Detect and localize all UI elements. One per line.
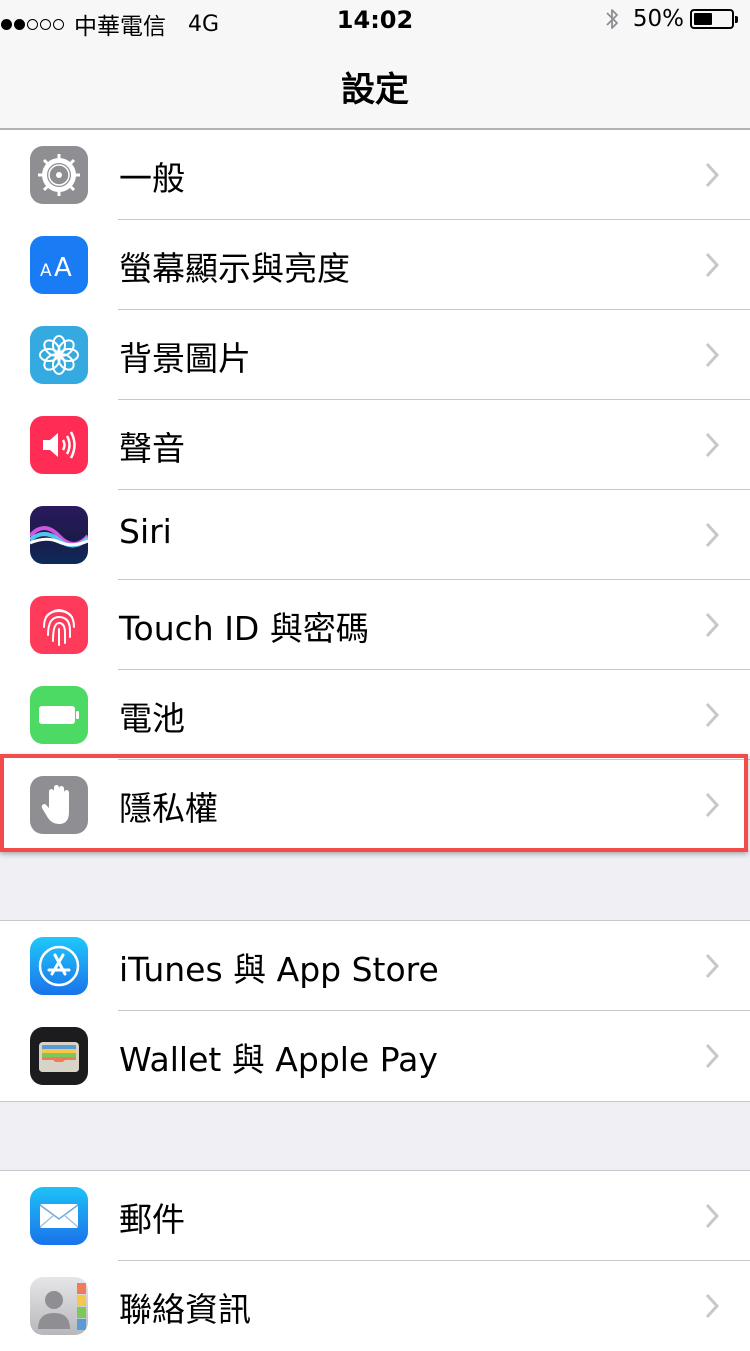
chevron-right-icon <box>705 1043 720 1069</box>
chevron-right-icon <box>705 342 720 368</box>
navigation-bar: 設定 <box>0 40 750 130</box>
mail-icon <box>30 1187 88 1245</box>
battery-icon <box>30 686 88 744</box>
settings-row-label: 螢幕顯示與亮度 <box>119 249 350 288</box>
chevron-right-icon <box>705 1203 720 1229</box>
hand-icon <box>30 776 88 834</box>
chevron-right-icon <box>705 953 720 979</box>
settings-row-battery[interactable]: 電池 <box>0 670 750 760</box>
settings-row-label: 背景圖片 <box>119 339 251 378</box>
settings-row-sounds[interactable]: 聲音 <box>0 400 750 490</box>
settings-row-wallpaper[interactable]: 背景圖片 <box>0 310 750 400</box>
settings-row-label: 聯絡資訊 <box>119 1290 251 1329</box>
chevron-right-icon <box>705 432 720 458</box>
settings-row-label: 電池 <box>119 699 185 738</box>
settings-row-label: Siri <box>119 512 172 551</box>
status-bar: 中華電信 4G 14:02 50% <box>0 0 750 40</box>
svg-text:A: A <box>40 261 52 280</box>
settings-group-2: iTunes 與 App Store Wallet 與 Apple Pay <box>0 920 750 1102</box>
chevron-right-icon <box>705 1293 720 1319</box>
settings-row-label: iTunes 與 App Store <box>119 950 439 989</box>
chevron-right-icon <box>705 702 720 728</box>
settings-row-contacts[interactable]: 聯絡資訊 <box>0 1261 750 1351</box>
speaker-icon <box>30 416 88 474</box>
settings-row-wallet-apple-pay[interactable]: Wallet 與 Apple Pay <box>0 1011 750 1101</box>
page-title: 設定 <box>341 70 409 110</box>
wallet-icon <box>30 1027 88 1085</box>
settings-row-display-brightness[interactable]: A A 螢幕顯示與亮度 <box>0 220 750 310</box>
settings-group-3: 郵件 聯絡資訊 <box>0 1170 750 1351</box>
flower-icon <box>30 326 88 384</box>
text-size-icon: A A <box>30 236 88 294</box>
settings-row-siri[interactable]: Siri <box>0 490 750 580</box>
svg-text:A: A <box>54 253 72 280</box>
settings-row-label: 聲音 <box>119 429 185 468</box>
chevron-right-icon <box>705 252 720 278</box>
settings-row-label: Touch ID 與密碼 <box>119 609 369 648</box>
chevron-right-icon <box>705 612 720 638</box>
settings-row-label: 郵件 <box>119 1200 185 1239</box>
settings-row-label: 隱私權 <box>119 789 218 828</box>
gear-icon <box>30 146 88 204</box>
app-store-icon <box>30 937 88 995</box>
siri-icon <box>30 506 88 564</box>
settings-row-touch-id[interactable]: Touch ID 與密碼 <box>0 580 750 670</box>
settings-row-privacy[interactable]: 隱私權 <box>0 760 750 850</box>
status-right: 50% <box>605 6 738 32</box>
battery-status-icon <box>690 9 738 29</box>
contacts-icon <box>30 1277 88 1335</box>
settings-row-mail[interactable]: 郵件 <box>0 1171 750 1261</box>
settings-group-1: 一般 A A 螢幕顯示與亮度 背景圖片 聲音 Siri Touch ID 與密碼… <box>0 130 750 850</box>
bluetooth-icon <box>606 9 618 29</box>
settings-row-itunes-app-store[interactable]: iTunes 與 App Store <box>0 921 750 1011</box>
settings-row-general[interactable]: 一般 <box>0 130 750 220</box>
chevron-right-icon <box>705 522 720 548</box>
chevron-right-icon <box>705 792 720 818</box>
chevron-right-icon <box>705 162 720 188</box>
settings-row-label: 一般 <box>119 159 185 198</box>
battery-percent: 50% <box>632 6 684 32</box>
settings-row-label: Wallet 與 Apple Pay <box>119 1040 438 1079</box>
fingerprint-icon <box>30 596 88 654</box>
